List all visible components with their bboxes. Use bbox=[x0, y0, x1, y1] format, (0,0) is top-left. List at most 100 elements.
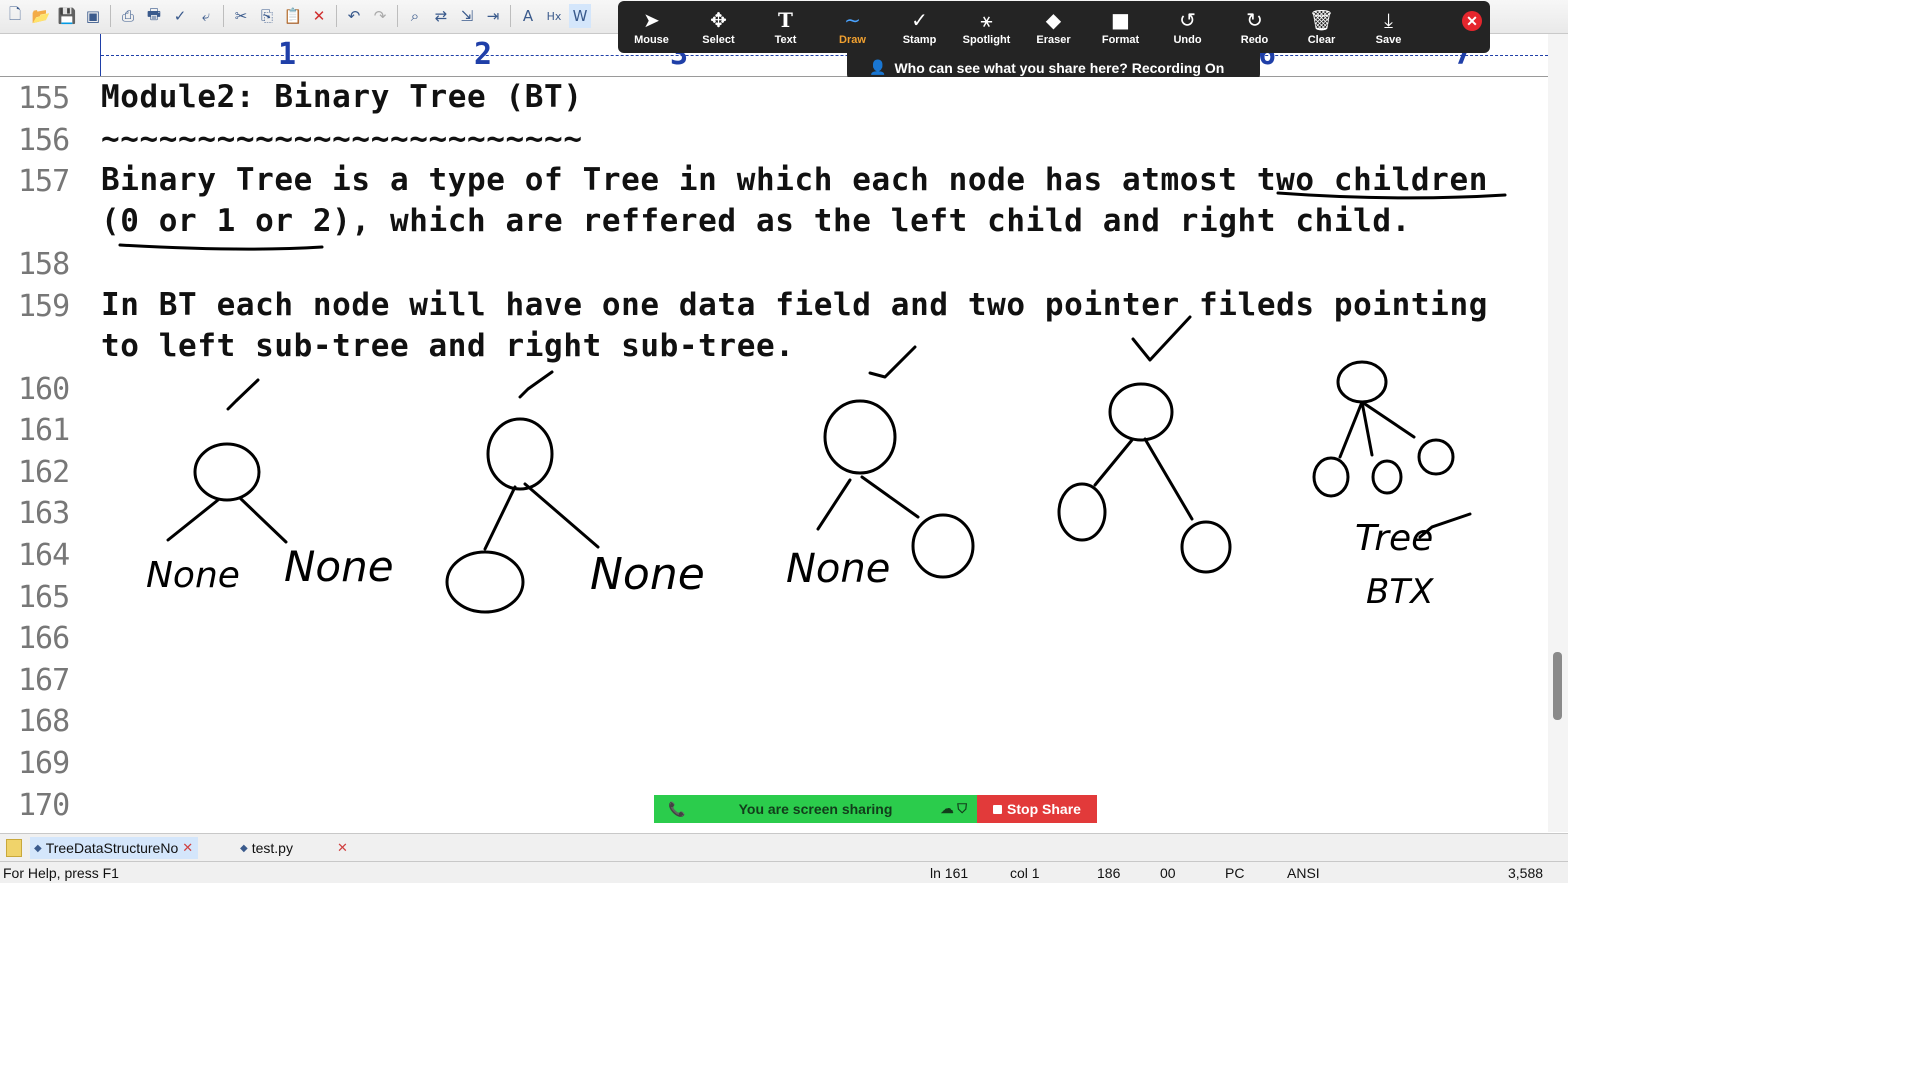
tool-label: Undo bbox=[1173, 34, 1202, 46]
folder-icon[interactable] bbox=[6, 839, 22, 857]
select-tool-button[interactable]: ✥ Select bbox=[685, 1, 752, 53]
save-download-icon: ⤓ bbox=[1384, 8, 1393, 32]
line-number: 168 bbox=[18, 704, 70, 739]
new-file-icon[interactable]: 🗋 bbox=[4, 4, 26, 28]
line-number: 159 bbox=[18, 289, 70, 324]
open-folder-icon[interactable]: 📂 bbox=[30, 4, 52, 28]
tree-node bbox=[911, 513, 975, 579]
replace-icon[interactable]: ⇄ bbox=[430, 4, 452, 28]
code-line: to left sub-tree and right sub-tree. bbox=[101, 328, 795, 364]
mouse-tool-button[interactable]: ➤ Mouse bbox=[618, 1, 685, 53]
stop-icon bbox=[993, 804, 1003, 814]
tree-edge bbox=[1093, 438, 1134, 487]
delete-icon[interactable]: ✕ bbox=[308, 4, 330, 28]
tree-edge bbox=[1143, 437, 1194, 521]
scrollbar-thumb[interactable] bbox=[1553, 652, 1562, 720]
close-tab-icon[interactable]: ✕ bbox=[337, 840, 348, 856]
sharing-status-text: You are screen sharing bbox=[738, 801, 893, 817]
tree-node bbox=[823, 399, 897, 475]
clear-tool-button[interactable]: 🗑 Clear bbox=[1288, 1, 1355, 53]
phone-icon: 📞 bbox=[668, 800, 686, 817]
wand-icon: ⚹ bbox=[980, 8, 993, 32]
draw-tool-button[interactable]: ∼ Draw bbox=[819, 1, 886, 53]
tab-label: TreeDataStructureNo bbox=[45, 840, 179, 856]
tree-edge bbox=[238, 496, 288, 544]
code-line: Module2: Binary Tree (BT) bbox=[101, 79, 583, 115]
eraser-tool-button[interactable]: ◆ Eraser bbox=[1020, 1, 1087, 53]
tree-edge bbox=[860, 475, 920, 519]
handwritten-tree: Tree bbox=[1355, 518, 1433, 559]
handwritten-none: None bbox=[590, 549, 705, 600]
handwritten-none: None bbox=[146, 555, 240, 596]
ruler-number: 2 bbox=[474, 37, 493, 72]
copy-icon[interactable]: ⎘ bbox=[256, 4, 278, 28]
tree-edge bbox=[523, 482, 600, 549]
checkmark-icon: ✓ bbox=[911, 8, 928, 32]
tool-label: Redo bbox=[1240, 34, 1269, 46]
close-icon: ✕ bbox=[1466, 12, 1478, 29]
arrow-cursor-icon: ➤ bbox=[643, 8, 660, 32]
redo-icon: ↻ bbox=[1246, 8, 1263, 32]
eraser-icon: ◆ bbox=[1045, 8, 1062, 32]
line-number: 170 bbox=[18, 788, 70, 823]
tree-node bbox=[1108, 382, 1174, 442]
line-indicator: ln 161 bbox=[930, 865, 969, 881]
cut-icon[interactable]: ✂ bbox=[230, 4, 252, 28]
save-tool-button[interactable]: ⤓ Save bbox=[1355, 1, 1422, 53]
line-number: 161 bbox=[18, 413, 70, 448]
tree-node bbox=[1057, 482, 1107, 542]
line-number: 158 bbox=[18, 247, 70, 282]
paste-icon[interactable]: 📋 bbox=[282, 4, 304, 28]
vertical-scrollbar[interactable] bbox=[1548, 34, 1568, 832]
tree-edge bbox=[483, 485, 517, 551]
save-all-icon[interactable]: ▣ bbox=[82, 4, 104, 28]
spotlight-tool-button[interactable]: ⚹ Spotlight bbox=[953, 1, 1020, 53]
redo-tool-button[interactable]: ↻ Redo bbox=[1221, 1, 1288, 53]
line-number: 164 bbox=[18, 538, 70, 573]
format-tool-button[interactable]: ■ Format bbox=[1087, 1, 1154, 53]
tab-test-py[interactable]: ◆ test.py ✕ bbox=[240, 837, 360, 859]
tree-node bbox=[1417, 438, 1455, 476]
close-annotation-button[interactable]: ✕ bbox=[1462, 11, 1482, 31]
find-icon[interactable]: ⌕ bbox=[404, 4, 426, 28]
text-tool-button[interactable]: T Text bbox=[752, 1, 819, 53]
move-icon: ✥ bbox=[710, 8, 727, 32]
tree-node bbox=[1371, 459, 1403, 495]
sharing-status[interactable]: 📞 You are screen sharing ☁ ⛉ bbox=[654, 795, 977, 823]
code-line: In BT each node will have one data field… bbox=[101, 287, 1488, 323]
hex-icon[interactable]: Hx bbox=[543, 4, 565, 28]
status-bar: For Help, press F1 ln 161 col 1 186 00 P… bbox=[0, 861, 1568, 883]
undo-tool-button[interactable]: ↺ Undo bbox=[1154, 1, 1221, 53]
spellcheck-icon[interactable]: ✓ bbox=[169, 4, 191, 28]
toolbar-separator bbox=[510, 5, 511, 27]
tab-tree-data-structure[interactable]: ◆ TreeDataStructureNo ✕ bbox=[30, 837, 198, 859]
tree-edge bbox=[1360, 400, 1416, 439]
line-number: 169 bbox=[18, 746, 70, 781]
stamp-tool-button[interactable]: ✓ Stamp bbox=[886, 1, 953, 53]
toolbar-separator bbox=[223, 5, 224, 27]
tool-label: Text bbox=[774, 34, 797, 46]
stop-share-button[interactable]: Stop Share bbox=[977, 795, 1097, 823]
redo-icon[interactable]: ↷ bbox=[369, 4, 391, 28]
annotation-toolbar: ➤ Mouse ✥ Select T Text ∼ Draw ✓ Stamp ⚹… bbox=[618, 1, 1490, 53]
ruler-number: 1 bbox=[278, 37, 297, 72]
code-line: Binary Tree is a type of Tree in which e… bbox=[101, 162, 1488, 198]
close-tab-icon[interactable]: ✕ bbox=[182, 840, 193, 856]
tree-node bbox=[445, 550, 525, 614]
editor-pane[interactable]: 155 156 157 158 159 160 161 162 163 164 … bbox=[0, 77, 1548, 832]
shield-icon: ☁ ⛉ bbox=[940, 801, 967, 816]
toolbar-separator bbox=[110, 5, 111, 27]
print-preview-icon[interactable]: ⎙ bbox=[117, 4, 139, 28]
wrap-icon[interactable]: ⤶ bbox=[195, 4, 217, 28]
goto-icon[interactable]: ⇲ bbox=[456, 4, 478, 28]
print-icon[interactable]: 🖶 bbox=[143, 4, 165, 28]
undo-icon: ↺ bbox=[1179, 8, 1196, 32]
tree-edge bbox=[1360, 400, 1374, 457]
save-icon[interactable]: 💾 bbox=[56, 4, 78, 28]
undo-icon[interactable]: ↶ bbox=[343, 4, 365, 28]
indent-icon[interactable]: ⇥ bbox=[482, 4, 504, 28]
tool-label: Eraser bbox=[1036, 34, 1071, 46]
word-wrap-icon[interactable]: W bbox=[569, 4, 591, 28]
checkmark bbox=[868, 345, 917, 379]
font-icon[interactable]: A bbox=[517, 4, 539, 28]
